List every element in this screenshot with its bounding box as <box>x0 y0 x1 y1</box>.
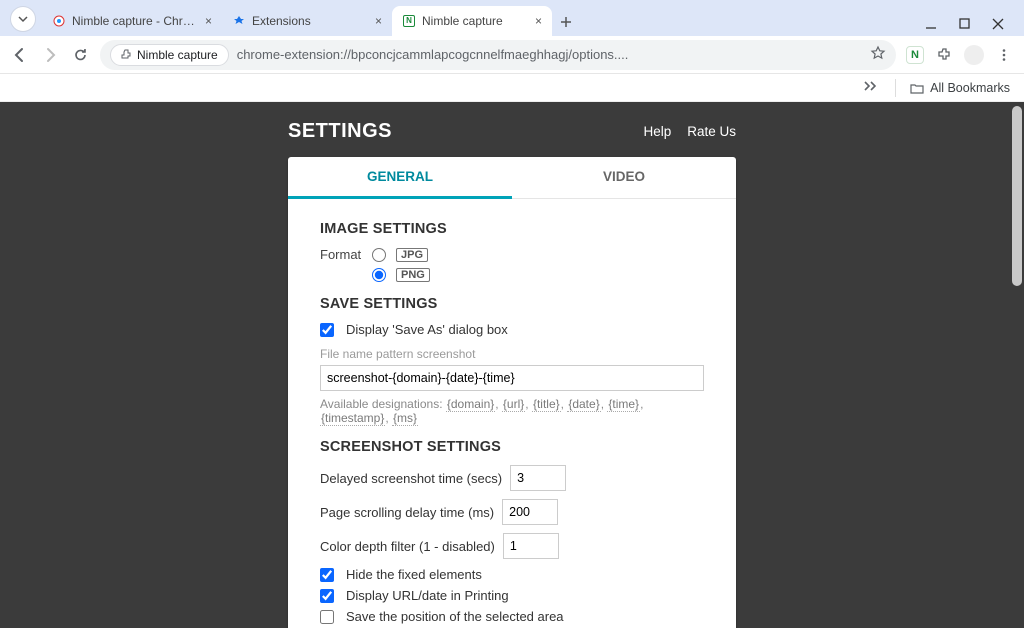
image-settings-section: IMAGE SETTINGS Format JPG <box>320 221 704 282</box>
minimize-button[interactable] <box>925 18 937 30</box>
save-as-checkbox-row[interactable]: Display 'Save As' dialog box <box>320 322 508 337</box>
token-title[interactable]: {title} <box>532 397 561 412</box>
save-position-label: Save the position of the selected area <box>346 609 564 624</box>
close-window-button[interactable] <box>992 18 1004 30</box>
tab-favicon: N <box>402 14 416 28</box>
all-bookmarks-label: All Bookmarks <box>930 81 1010 95</box>
scrollbar-thumb[interactable] <box>1012 106 1022 286</box>
scroll-delay-input[interactable] <box>502 499 558 525</box>
tab-search-button[interactable] <box>10 6 36 32</box>
save-settings-section: SAVE SETTINGS Display 'Save As' dialog b… <box>320 296 704 425</box>
token-time[interactable]: {time} <box>607 397 640 412</box>
token-domain[interactable]: {domain} <box>446 397 495 412</box>
folder-icon <box>910 82 924 94</box>
settings-card: GENERAL VIDEO IMAGE SETTINGS Format JPG <box>288 157 736 628</box>
save-as-label: Display 'Save As' dialog box <box>346 322 508 337</box>
token-date[interactable]: {date} <box>567 397 600 412</box>
format-png-text: PNG <box>396 268 430 282</box>
maximize-button[interactable] <box>959 18 970 30</box>
format-png-option[interactable]: PNG <box>372 268 430 282</box>
tab-title: Extensions <box>252 14 367 28</box>
extension-icon <box>119 49 131 61</box>
menu-button[interactable] <box>994 45 1014 65</box>
hide-fixed-label: Hide the fixed elements <box>346 567 482 582</box>
token-ms[interactable]: {ms} <box>392 411 418 426</box>
profile-avatar[interactable] <box>964 45 984 65</box>
token-url[interactable]: {url} <box>502 397 525 412</box>
delay-label: Delayed screenshot time (secs) <box>320 471 502 486</box>
tab-favicon <box>52 14 66 28</box>
close-icon[interactable]: × <box>205 14 212 28</box>
tab-title: Nimble capture - Chrome Web <box>72 14 197 28</box>
address-bar[interactable]: Nimble capture chrome-extension://bpconc… <box>100 40 896 70</box>
close-icon[interactable]: × <box>535 14 542 28</box>
section-heading: SCREENSHOT SETTINGS <box>320 439 704 455</box>
token-timestamp[interactable]: {timestamp} <box>320 411 385 426</box>
browser-toolbar: Nimble capture chrome-extension://bpconc… <box>0 36 1024 74</box>
format-jpg-option[interactable]: JPG <box>372 248 428 262</box>
close-icon[interactable]: × <box>375 14 382 28</box>
designations-text: Available designations: {domain}, {url},… <box>320 397 704 425</box>
display-url-row[interactable]: Display URL/date in Printing <box>320 588 509 603</box>
browser-tabstrip: Nimble capture - Chrome Web × Extensions… <box>0 0 1024 36</box>
app-viewport: SETTINGS Help Rate Us GENERAL VIDEO IMAG… <box>0 102 1024 628</box>
extension-chip[interactable]: Nimble capture <box>110 44 229 66</box>
scroll-delay-label: Page scrolling delay time (ms) <box>320 505 494 520</box>
page-title: SETTINGS <box>288 120 392 143</box>
page-header: SETTINGS Help Rate Us <box>288 102 736 157</box>
save-as-checkbox[interactable] <box>320 323 334 337</box>
tab-1[interactable]: Nimble capture - Chrome Web × <box>42 6 222 36</box>
hide-fixed-checkbox[interactable] <box>320 568 334 582</box>
tab-general[interactable]: GENERAL <box>288 157 512 199</box>
forward-button[interactable] <box>40 45 60 65</box>
display-url-checkbox[interactable] <box>320 589 334 603</box>
bookmark-star-icon[interactable] <box>870 45 886 64</box>
tab-favicon <box>232 14 246 28</box>
delay-input[interactable] <box>510 465 566 491</box>
tab-2[interactable]: Extensions × <box>222 6 392 36</box>
bookmarks-overflow-icon[interactable] <box>863 79 877 97</box>
extension-nimble-icon[interactable]: N <box>906 46 924 64</box>
format-jpg-radio[interactable] <box>372 248 386 262</box>
hide-fixed-row[interactable]: Hide the fixed elements <box>320 567 482 582</box>
tab-video[interactable]: VIDEO <box>512 157 736 199</box>
help-link[interactable]: Help <box>643 124 671 139</box>
format-png-radio[interactable] <box>372 268 386 282</box>
format-label: Format <box>320 247 372 262</box>
save-position-checkbox[interactable] <box>320 610 334 624</box>
divider <box>895 79 896 97</box>
section-heading: IMAGE SETTINGS <box>320 221 704 237</box>
format-jpg-text: JPG <box>396 248 428 262</box>
pattern-label: File name pattern screenshot <box>320 347 704 361</box>
all-bookmarks-button[interactable]: All Bookmarks <box>910 81 1010 95</box>
url-text: chrome-extension://bpconcjcammlapcogcnne… <box>237 47 629 62</box>
new-tab-button[interactable] <box>552 8 580 36</box>
bookmarks-bar: All Bookmarks <box>0 74 1024 102</box>
tab-title: Nimble capture <box>422 14 527 28</box>
chip-label: Nimble capture <box>137 48 218 62</box>
reload-button[interactable] <box>70 45 90 65</box>
display-url-label: Display URL/date in Printing <box>346 588 509 603</box>
rate-us-link[interactable]: Rate Us <box>687 124 736 139</box>
save-position-row[interactable]: Save the position of the selected area <box>320 609 564 624</box>
back-button[interactable] <box>10 45 30 65</box>
screenshot-settings-section: SCREENSHOT SETTINGS Delayed screenshot t… <box>320 439 704 624</box>
color-depth-input[interactable] <box>503 533 559 559</box>
filename-pattern-input[interactable] <box>320 365 704 391</box>
color-depth-label: Color depth filter (1 - disabled) <box>320 539 495 554</box>
extensions-button[interactable] <box>934 45 954 65</box>
section-heading: SAVE SETTINGS <box>320 296 704 312</box>
tab-3-active[interactable]: N Nimble capture × <box>392 6 552 36</box>
